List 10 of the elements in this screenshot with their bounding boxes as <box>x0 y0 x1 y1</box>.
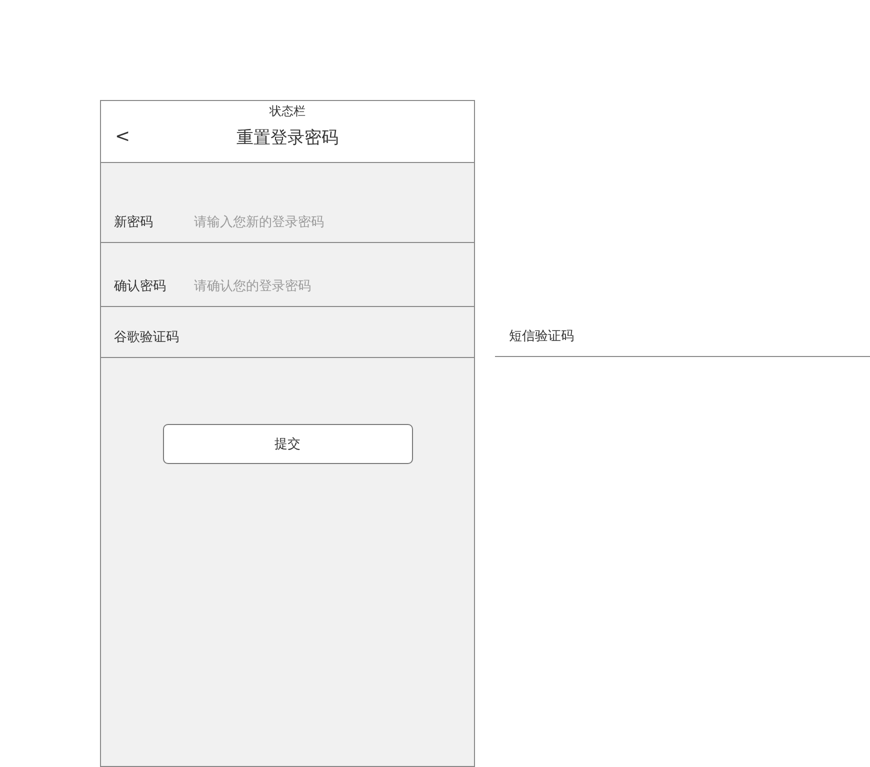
back-button[interactable]: < <box>115 127 130 147</box>
submit-button[interactable]: 提交 <box>162 424 412 464</box>
input-field[interactable]: 请确认您的登录密码 <box>194 278 461 296</box>
field-label: 谷歌验证码 <box>114 329 180 347</box>
page-title: 重置登录密码 <box>236 127 338 149</box>
input-field[interactable]: 请输入您新的登录密码 <box>194 214 461 232</box>
field-label: 短信验证码 <box>509 328 575 346</box>
field-label: 新密码 <box>114 214 154 232</box>
status-bar-label: 状态栏 <box>270 104 306 118</box>
field-label: 确认密码 <box>114 278 167 296</box>
